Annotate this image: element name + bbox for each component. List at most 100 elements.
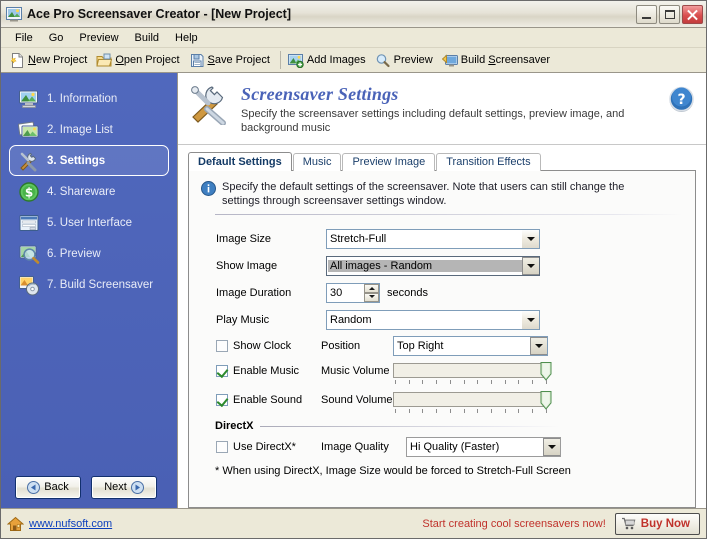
tab-music[interactable]: Music (292, 153, 342, 171)
image-duration-label: Image Duration (216, 286, 292, 299)
sidebar-item-shareware[interactable]: $ 4. Shareware (9, 176, 169, 207)
chevron-down-icon[interactable] (522, 256, 539, 275)
open-folder-icon (96, 53, 113, 68)
field-row-show-clock: Show Clock Position Top Right (201, 333, 683, 358)
chevron-down-icon[interactable] (530, 336, 547, 355)
menu-build[interactable]: Build (127, 30, 167, 46)
info-icon (201, 181, 216, 196)
group-divider (259, 425, 560, 427)
play-music-combobox[interactable]: Random (326, 309, 540, 330)
sidebar-item-build-screensaver[interactable]: 7. Build Screensaver (9, 269, 169, 300)
tab-transition-effects[interactable]: Transition Effects (436, 153, 541, 171)
image-duration-spinner[interactable]: 30 (326, 282, 380, 303)
buy-now-button[interactable]: Buy Now (614, 512, 700, 535)
toolbar: New Project Open Project Save Project Ad… (1, 48, 706, 73)
sound-volume-slider[interactable] (393, 390, 552, 413)
main-body: 1. Information 2. Image List 3. Settings… (1, 73, 706, 508)
info-divider (215, 214, 683, 215)
checkbox-box-icon (216, 339, 228, 352)
spinner-up-icon[interactable] (364, 283, 379, 293)
slider-thumb[interactable] (540, 390, 552, 410)
toolbar-save-project[interactable]: Save Project (186, 51, 276, 70)
show-clock-checkbox[interactable]: Show Clock (201, 339, 321, 352)
sidebar-item-user-interface[interactable]: 5. User Interface (9, 207, 169, 238)
page-subtitle: Specify the screensaver settings includi… (241, 108, 625, 134)
window-ui-icon (18, 212, 40, 234)
status-bar: www.nufsoft.com Start creating cool scre… (1, 508, 706, 538)
directx-group-label: DirectX (215, 420, 254, 432)
toolbar-new-project-label: New Project (28, 54, 88, 66)
sidebar-item-image-list[interactable]: 2. Image List (9, 114, 169, 145)
window-controls (636, 4, 703, 24)
sidebar-item-settings-label: 3. Settings (47, 154, 106, 167)
back-button[interactable]: Back (15, 475, 81, 499)
spinner-down-icon[interactable] (364, 292, 379, 302)
sidebar-item-preview-label: 6. Preview (47, 247, 101, 260)
chevron-down-icon[interactable] (521, 229, 539, 248)
monitor-info-icon (18, 88, 40, 110)
sidebar-item-user-interface-label: 5. User Interface (47, 216, 133, 229)
show-image-combobox[interactable]: All images - Random (326, 255, 540, 276)
website-link[interactable]: www.nufsoft.com (29, 518, 112, 530)
slider-ticks (395, 408, 547, 413)
chevron-down-icon[interactable] (521, 310, 539, 329)
sidebar-item-shareware-label: 4. Shareware (47, 185, 116, 198)
toolbar-preview[interactable]: Preview (372, 51, 439, 70)
dollar-icon: $ (18, 181, 40, 203)
menu-help[interactable]: Help (167, 30, 206, 46)
back-button-label: Back (44, 481, 69, 493)
shopping-cart-icon (621, 517, 636, 530)
use-directx-checkbox[interactable]: Use DirectX* (201, 440, 321, 453)
svg-text:?: ? (677, 92, 685, 108)
use-directx-label: Use DirectX* (233, 440, 296, 453)
position-value: Top Right (397, 339, 444, 352)
play-music-value: Random (330, 313, 372, 326)
page-header-text: Screensaver Settings Specify the screens… (241, 83, 667, 135)
minimize-button[interactable] (636, 4, 657, 24)
sidebar-item-preview[interactable]: 6. Preview (9, 238, 169, 269)
field-row-image-size: Image Size Stretch-Full (201, 225, 683, 252)
music-volume-slider[interactable] (393, 361, 552, 384)
menu-bar: File Go Preview Build Help (1, 28, 706, 48)
music-volume-label: Music Volume (321, 364, 390, 377)
menu-file[interactable]: File (7, 30, 41, 46)
new-document-icon (9, 52, 25, 68)
maximize-button[interactable] (659, 4, 680, 24)
info-text: Specify the default settings of the scre… (222, 181, 625, 207)
menu-preview[interactable]: Preview (71, 30, 126, 46)
spinner-buttons[interactable] (364, 283, 379, 302)
toolbar-add-images-label: Add Images (306, 54, 366, 66)
image-duration-unit: seconds (387, 286, 428, 299)
sound-volume-label: Sound Volume (321, 393, 393, 406)
toolbar-build-screensaver[interactable]: Build Screensaver (439, 51, 556, 70)
tab-panel-default-settings: Specify the default settings of the scre… (188, 170, 696, 508)
slider-thumb[interactable] (540, 361, 552, 381)
toolbar-open-project[interactable]: Open Project (93, 51, 185, 70)
close-button[interactable] (682, 4, 703, 24)
menu-go[interactable]: Go (41, 30, 72, 46)
app-image-icon (6, 6, 22, 22)
tab-preview-image[interactable]: Preview Image (342, 153, 436, 171)
sidebar-item-information[interactable]: 1. Information (9, 83, 169, 114)
image-size-label: Image Size (216, 232, 272, 245)
field-row-enable-sound: Enable Sound Sound Volume (201, 387, 683, 413)
image-duration-value: 30 (330, 286, 343, 299)
next-button[interactable]: Next (91, 475, 157, 499)
toolbar-new-project[interactable]: New Project (6, 51, 93, 70)
directx-group: DirectX Use DirectX* Image Quality Hi Qu… (201, 420, 683, 477)
enable-sound-checkbox[interactable]: Enable Sound (201, 393, 321, 407)
toolbar-add-images[interactable]: Add Images (285, 51, 372, 70)
show-clock-label: Show Clock (233, 339, 292, 352)
sidebar-item-settings[interactable]: 3. Settings (9, 145, 169, 176)
position-combobox[interactable]: Top Right (393, 335, 548, 356)
tab-default-settings[interactable]: Default Settings (188, 152, 292, 171)
enable-music-checkbox[interactable]: Enable Music (201, 364, 321, 378)
image-quality-combobox[interactable]: Hi Quality (Faster) (406, 436, 561, 457)
sidebar-nav: 1. Information 2. Image List 3. Settings… (1, 73, 177, 300)
title-bar: Ace Pro Screensaver Creator - [New Proje… (1, 1, 706, 28)
chevron-down-icon[interactable] (543, 437, 560, 456)
image-size-combobox[interactable]: Stretch-Full (326, 228, 540, 249)
help-question-icon[interactable]: ? (667, 85, 696, 114)
slider-track (393, 391, 548, 407)
